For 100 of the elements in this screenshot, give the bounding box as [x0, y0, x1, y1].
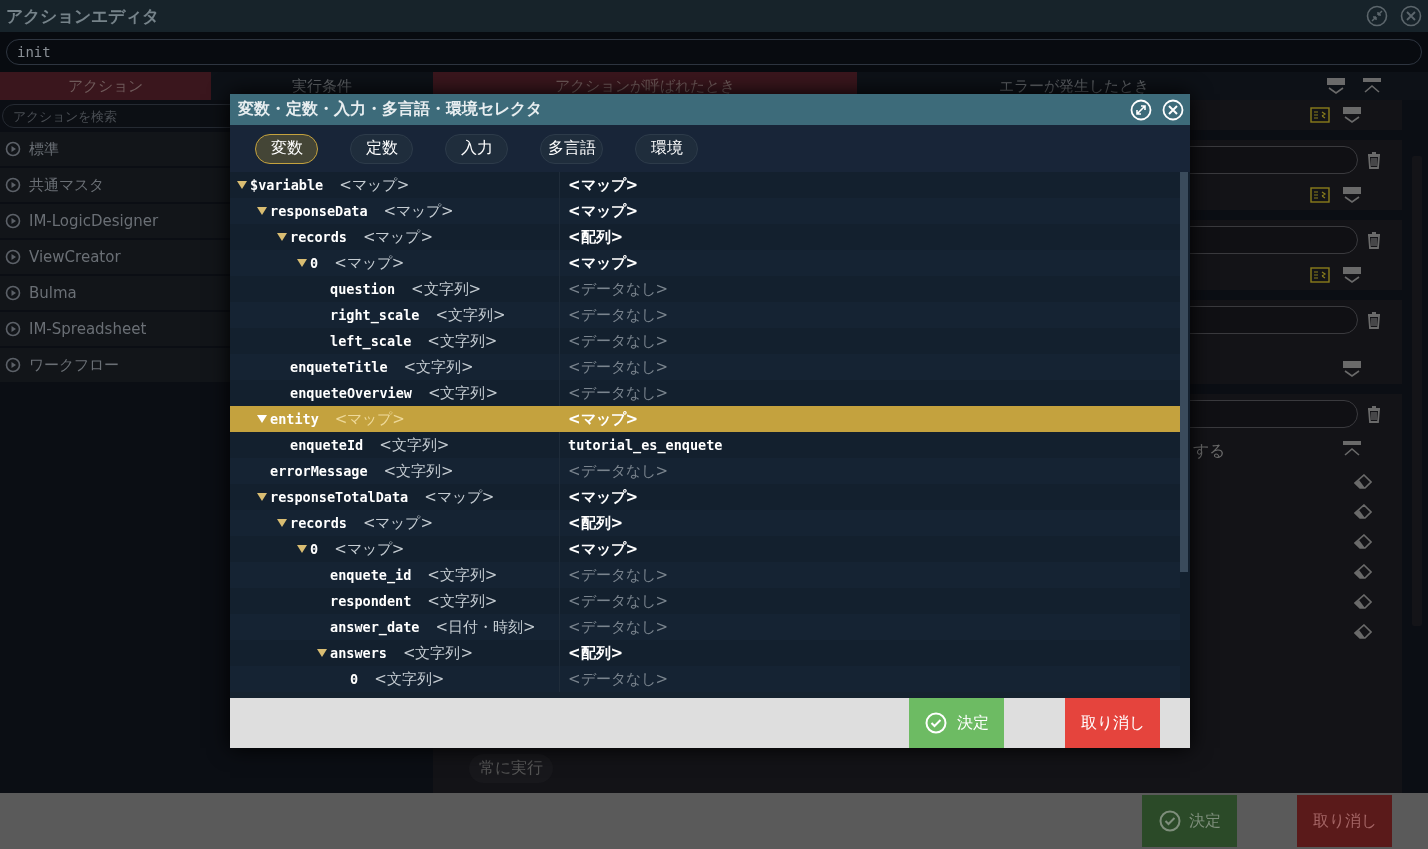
selector-tab[interactable]: 変数 [255, 133, 318, 164]
variable-type: <文字列> [435, 305, 506, 325]
variable-value: <データなし> [567, 565, 669, 585]
expand-icon[interactable] [1130, 98, 1152, 121]
collapse-up-icon[interactable] [1342, 440, 1362, 458]
caret-icon[interactable] [316, 648, 328, 658]
variable-value: <データなし> [567, 461, 669, 481]
variable-type: <マップ> [424, 487, 495, 507]
selector-tab[interactable]: 環境 [635, 133, 698, 164]
collapse-down-icon[interactable] [1342, 186, 1362, 204]
caret-icon[interactable] [236, 180, 248, 190]
tree-row[interactable]: errorMessage <文字列> <データなし> [230, 458, 1180, 484]
play-circle-icon [5, 177, 21, 193]
collapse-down-icon[interactable] [1326, 77, 1346, 95]
window-title: アクションエディタ [6, 4, 159, 28]
action-name-field[interactable]: init [6, 39, 1422, 65]
variable-type: <マップ> [362, 513, 434, 533]
selector-tab[interactable]: 多言語 [540, 133, 603, 164]
variable-name: responseData [270, 203, 368, 219]
check-circle-icon [1158, 810, 1181, 832]
trash-icon[interactable] [1366, 404, 1382, 424]
variable-value: <マップ> [567, 201, 639, 221]
collapse-down-icon[interactable] [1342, 266, 1362, 284]
collapse-icon[interactable] [1366, 5, 1388, 27]
tree-row[interactable]: responseData <マップ> <マップ> [230, 198, 1180, 224]
tree-row[interactable]: answer_date <日付・時刻> <データなし> [230, 614, 1180, 640]
eraser-icon[interactable] [1354, 564, 1372, 580]
variable-value: <マップ> [567, 487, 639, 507]
trash-icon[interactable] [1366, 150, 1382, 170]
trash-icon[interactable] [1366, 230, 1382, 250]
caret-icon[interactable] [256, 206, 268, 216]
caret-icon[interactable] [256, 492, 268, 502]
play-circle-icon [5, 213, 21, 229]
variable-value: <データなし> [567, 383, 669, 403]
variable-type: <文字列> [427, 565, 498, 585]
variable-value: <配列> [567, 643, 624, 663]
variable-value: tutorial_es_enquete [567, 437, 723, 453]
variable-type: <マップ> [334, 409, 405, 429]
caret-icon[interactable] [296, 544, 308, 554]
variable-name: answer_date [330, 619, 420, 635]
collapse-down-icon[interactable] [1342, 360, 1362, 378]
caret-icon[interactable] [276, 232, 288, 242]
collapse-up-icon[interactable] [1362, 77, 1382, 95]
variable-value: <マップ> [567, 253, 639, 273]
variable-type: <文字列> [427, 331, 498, 351]
variable-name: 0 [310, 255, 319, 271]
variable-name: 0 [310, 541, 319, 557]
variable-type: <文字列> [427, 383, 499, 403]
compare-icon[interactable] [1310, 107, 1330, 123]
play-circle-icon [5, 141, 21, 157]
variable-name: question [330, 281, 396, 297]
scrollbar-thumb[interactable] [1180, 172, 1188, 572]
play-circle-icon [5, 321, 21, 337]
variable-name: left_scale [330, 333, 412, 349]
variable-value: <データなし> [567, 617, 669, 637]
play-circle-icon [5, 249, 21, 265]
condition-label: する [1193, 440, 1225, 462]
tree-row[interactable]: enqueteTitle <文字列> <データなし> [230, 354, 1180, 380]
variable-value: <データなし> [567, 591, 669, 611]
variable-value: <データなし> [567, 357, 669, 377]
tree-row[interactable]: 0 <文字列> <データなし> [230, 666, 1180, 692]
play-circle-icon [5, 285, 21, 301]
eraser-icon[interactable] [1354, 504, 1372, 520]
variable-type: <文字列> [402, 643, 474, 663]
variable-type: <文字列> [379, 435, 450, 455]
eraser-icon[interactable] [1354, 624, 1372, 640]
variable-value: <データなし> [567, 305, 669, 325]
variable-name: 0 [350, 671, 359, 687]
variable-value: <マップ> [567, 175, 639, 195]
eraser-icon[interactable] [1354, 594, 1372, 610]
cancel-button[interactable]: 取り消し [1065, 698, 1160, 748]
variable-name: errorMessage [270, 463, 368, 479]
close-icon[interactable] [1400, 5, 1422, 27]
collapse-down-icon[interactable] [1342, 106, 1362, 124]
variable-name: answers [330, 645, 387, 661]
tree-row[interactable]: enquete_id <文字列> <データなし> [230, 562, 1180, 588]
variable-value: <データなし> [567, 279, 669, 299]
variable-name: responseTotalData [270, 489, 409, 505]
selector-tab[interactable]: 入力 [445, 133, 508, 164]
variable-type: <文字列> [383, 461, 454, 481]
variable-type: <マップ> [334, 539, 405, 559]
compare-icon[interactable] [1310, 267, 1330, 283]
variable-type: <マップ> [339, 175, 410, 195]
caret-icon[interactable] [296, 258, 308, 268]
variable-type: <マップ> [334, 253, 405, 273]
compare-icon[interactable] [1310, 187, 1330, 203]
trash-icon[interactable] [1366, 310, 1382, 330]
selector-tab[interactable]: 定数 [350, 133, 413, 164]
tree-row[interactable]: records <マップ> <配列> [230, 510, 1180, 536]
variable-name: respondent [330, 593, 412, 609]
caret-icon[interactable] [276, 518, 288, 528]
tree-row[interactable]: right_scale <文字列> <データなし> [230, 302, 1180, 328]
eraser-icon[interactable] [1354, 474, 1372, 490]
variable-value: <配列> [567, 513, 624, 533]
tree-row[interactable]: 0 <マップ> <マップ> [230, 250, 1180, 276]
eraser-icon[interactable] [1354, 534, 1372, 550]
variable-type: <文字列> [374, 669, 445, 689]
variable-name: enqueteOverview [290, 385, 412, 401]
variable-name: entity [270, 411, 319, 427]
variable-name: enqueteTitle [290, 359, 388, 375]
